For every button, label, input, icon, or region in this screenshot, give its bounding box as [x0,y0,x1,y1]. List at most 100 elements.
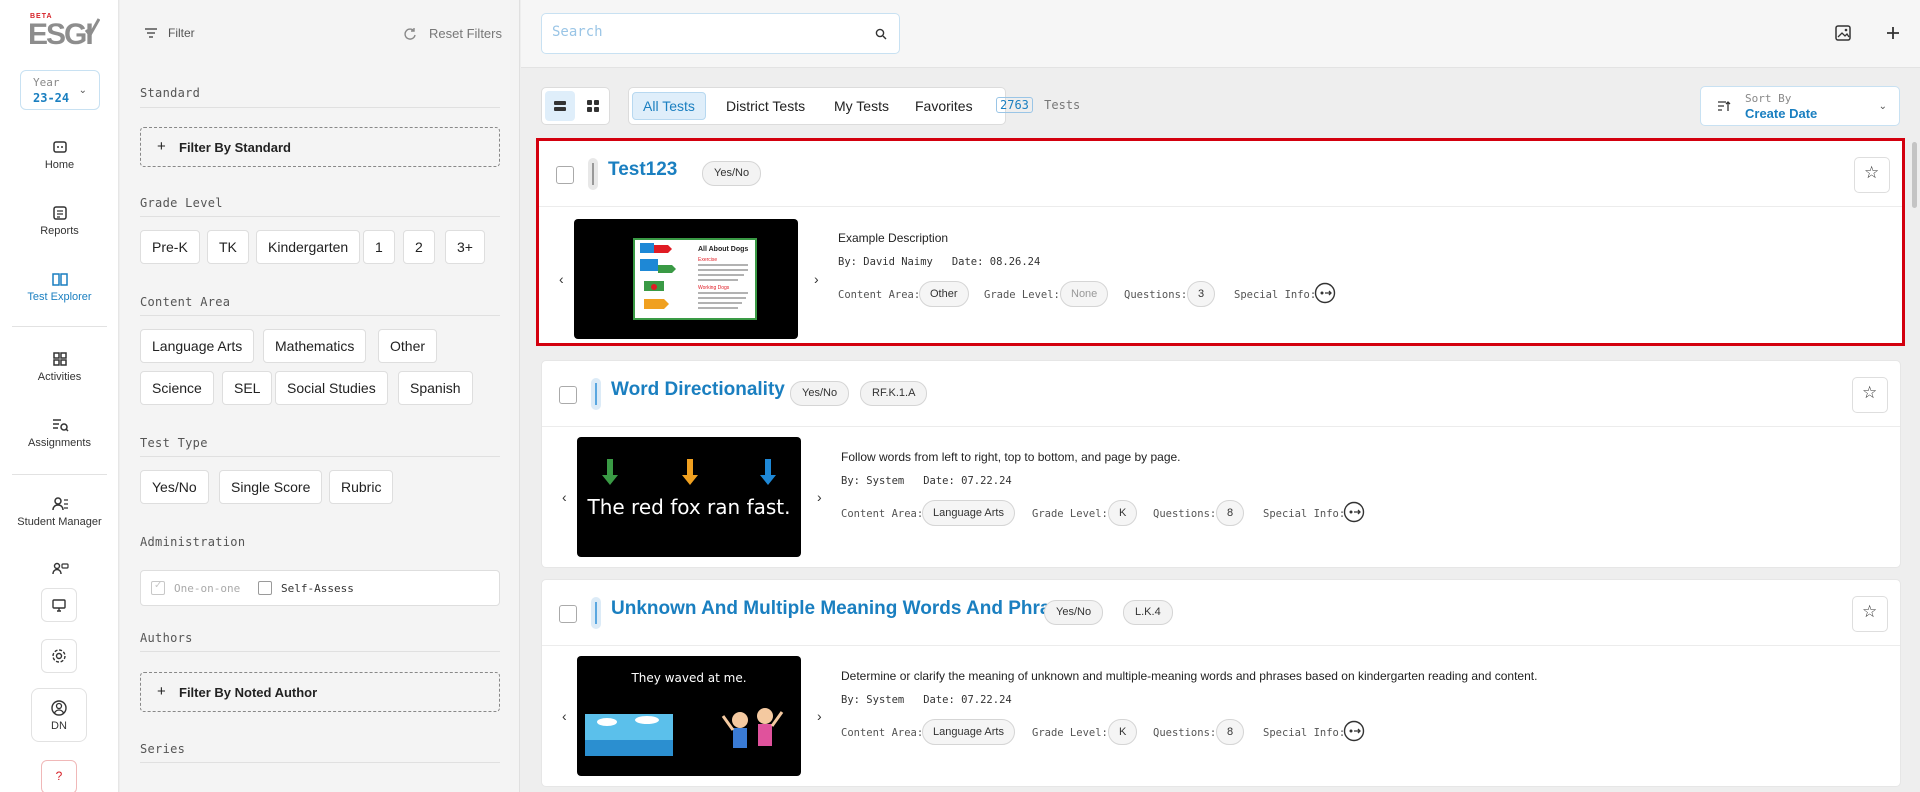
grade-chip[interactable]: 2 [403,230,435,264]
test-tabs: All Tests District Tests My Tests Favori… [628,87,1006,125]
special-info-icon[interactable] [1314,282,1336,304]
search-input[interactable] [552,24,852,40]
year-value: 23-24 [33,91,70,105]
content-area-chip[interactable]: Language Arts [140,329,255,363]
gear-icon [52,649,66,663]
grade-chip[interactable]: 3+ [445,230,485,264]
self-assess-checkbox[interactable] [258,581,272,595]
by-label: By: [841,475,860,487]
one-on-one-checkbox[interactable] [151,580,165,595]
nav-test-explorer[interactable]: Test Explorer [0,270,119,303]
authors-title: Authors [140,631,193,645]
nav-home[interactable]: Home [0,138,119,171]
logo-check-icon [84,18,100,38]
filter-by-standard-button[interactable]: + Filter By Standard [140,127,500,167]
nav-student-manager[interactable]: Student Manager [0,495,119,528]
chevron-right-icon[interactable]: › [817,708,822,724]
search-icon[interactable] [875,28,887,40]
divider [140,107,500,108]
scrollbar[interactable] [1912,142,1917,208]
help-button[interactable]: ? [41,760,77,792]
grade-chip[interactable]: Pre-K [140,230,200,264]
content-area-chip[interactable]: Social Studies [275,371,388,405]
list-view-button[interactable] [545,91,575,121]
test-type-badge: Yes/No [702,161,762,186]
grade-level-label: Grade Level: [984,289,1060,301]
esgi-logo[interactable]: BETA ESGI [28,12,100,51]
test-card[interactable]: Unknown And Multiple Meaning Words And P… [541,579,1901,787]
thumb-text: They waved at me. [630,671,746,685]
grade-chip[interactable]: Kindergarten [256,230,361,264]
chevron-right-icon[interactable]: › [814,271,819,287]
nav-divider [12,326,107,327]
questions-pill: 3 [1187,281,1216,307]
test-title[interactable]: Test123 [608,159,677,181]
thumbnail-image: They waved at me. [585,671,784,756]
nav-activities[interactable]: Activities [0,350,119,383]
special-info-label: Special Info: [1263,727,1346,739]
test-card[interactable]: Word Directionality Yes/No RF.K.1.A ☆ ‹ … [541,360,1901,568]
special-info-icon[interactable] [1343,720,1365,742]
reset-filters-button[interactable]: Reset Filters [404,26,502,41]
nav-parent-conference[interactable] [0,560,119,581]
test-title[interactable]: Word Directionality [611,379,785,401]
tab-favorites[interactable]: Favorites [905,92,983,120]
favorite-button[interactable]: ☆ [1854,157,1890,193]
nav-reports[interactable]: Reports [0,204,119,237]
filter-by-standard-label: Filter By Standard [179,140,291,155]
test-type-chip[interactable]: Single Score [219,470,323,504]
tab-my-tests[interactable]: My Tests [824,92,899,120]
test-thumbnail: All About Dogs Exercise Working Dogs [574,219,798,339]
nav-assignments[interactable]: Assignments [0,416,119,449]
user-icon [51,700,67,716]
test-select-checkbox[interactable] [559,605,577,623]
grade-level-label: Grade Level: [1032,727,1108,739]
administration-options: One-on-one Self-Assess [140,570,500,606]
content-area-chip[interactable]: Spanish [398,371,473,405]
test-card[interactable]: Test123 Yes/No ☆ ‹ All About Dogs Exerci… [536,138,1905,346]
monitor-button[interactable] [41,588,77,622]
color-bar [588,158,598,190]
settings-button[interactable] [41,639,77,673]
thumbnail-image: All About Dogs Exercise Working Dogs [633,238,757,320]
special-info-icon[interactable] [1343,501,1365,523]
content-area-chip[interactable]: SEL [222,371,273,405]
sort-label: Sort By [1745,92,1792,105]
nav-student-manager-label: Student Manager [17,516,102,528]
tab-district-tests[interactable]: District Tests [716,92,815,120]
test-select-checkbox[interactable] [556,166,574,184]
content-area-chip[interactable]: Science [140,371,214,405]
tab-all-tests[interactable]: All Tests [632,92,706,120]
plus-icon: + [157,138,166,155]
chevron-left-icon[interactable]: ‹ [562,708,567,724]
test-title[interactable]: Unknown And Multiple Meaning Words And P… [611,598,1082,620]
chevron-left-icon[interactable]: ‹ [559,271,564,287]
chevron-left-icon[interactable]: ‹ [562,489,567,505]
year-selector[interactable]: Year 23-24 ⌄ [20,70,100,110]
test-type-chip[interactable]: Yes/No [140,470,209,504]
user-menu[interactable]: DN [31,688,87,742]
standard-badge: RF.K.1.A [860,381,928,406]
filter-by-author-button[interactable]: + Filter By Noted Author [140,672,500,712]
grid-view-button[interactable] [578,91,608,121]
test-select-checkbox[interactable] [559,386,577,404]
test-date: 07.22.24 [961,475,1012,487]
content-area-chip[interactable]: Other [378,329,438,363]
chevron-right-icon[interactable]: › [817,489,822,505]
content-area-chip[interactable]: Mathematics [263,329,367,363]
nav-divider [12,474,107,475]
assignments-icon [52,419,69,432]
administration-title: Administration [140,535,246,549]
favorite-button[interactable]: ☆ [1852,377,1888,413]
sort-dropdown[interactable]: Sort By Create Date ⌄ [1700,86,1900,126]
test-thumbnail: The red fox ran fast. [577,437,801,557]
grade-chip[interactable]: 1 [363,230,395,264]
plus-icon[interactable] [1884,24,1902,42]
monitor-icon [52,599,66,612]
filter-toggle[interactable]: Filter [144,26,195,40]
grade-chip[interactable]: TK [207,230,249,264]
image-icon[interactable] [1834,24,1852,42]
favorite-button[interactable]: ☆ [1852,596,1888,632]
divider [140,456,500,457]
test-type-chip[interactable]: Rubric [329,470,394,504]
